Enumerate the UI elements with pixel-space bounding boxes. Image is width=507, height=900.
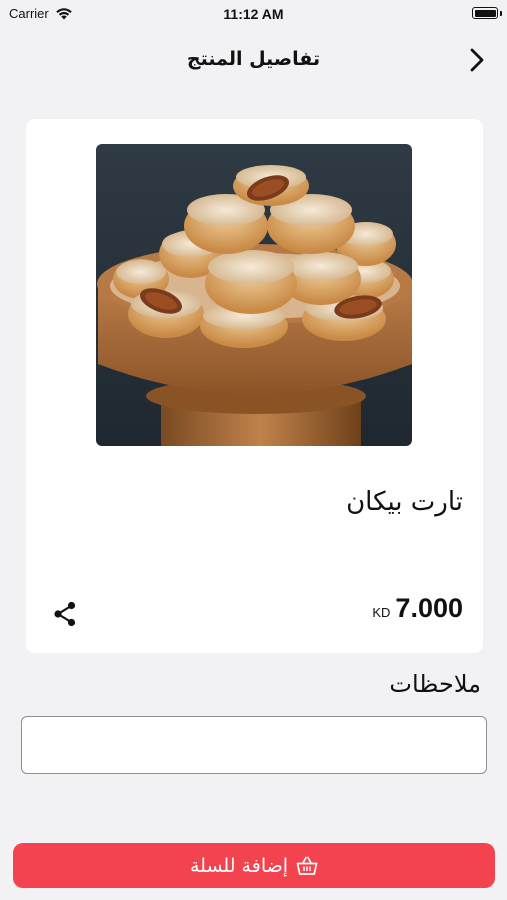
share-button[interactable]: [50, 599, 80, 629]
price-currency: KD: [372, 605, 391, 620]
status-bar: Carrier 11:12 AM: [0, 0, 507, 28]
basket-icon: [296, 856, 318, 875]
product-card: تارت بيكان KD 7.000: [26, 119, 483, 653]
product-price: KD 7.000: [372, 593, 463, 624]
navigation-bar: تفاصيل المنتج: [0, 38, 507, 82]
status-time: 11:12 AM: [223, 6, 284, 22]
add-to-cart-button[interactable]: إضافة للسلة: [13, 843, 495, 888]
battery-icon: [472, 7, 498, 19]
product-image: [96, 144, 412, 446]
notes-input[interactable]: [21, 716, 487, 774]
page-title: تفاصيل المنتج: [186, 48, 321, 70]
share-icon: [54, 601, 76, 627]
price-value: 7.000: [395, 593, 463, 623]
notes-label: ملاحظات: [389, 670, 481, 698]
product-name: تارت بيكان: [346, 487, 463, 517]
battery-cap: [500, 11, 502, 16]
back-button[interactable]: [461, 44, 493, 76]
chevron-right-icon: [470, 48, 484, 72]
add-to-cart-label: إضافة للسلة: [190, 854, 289, 877]
